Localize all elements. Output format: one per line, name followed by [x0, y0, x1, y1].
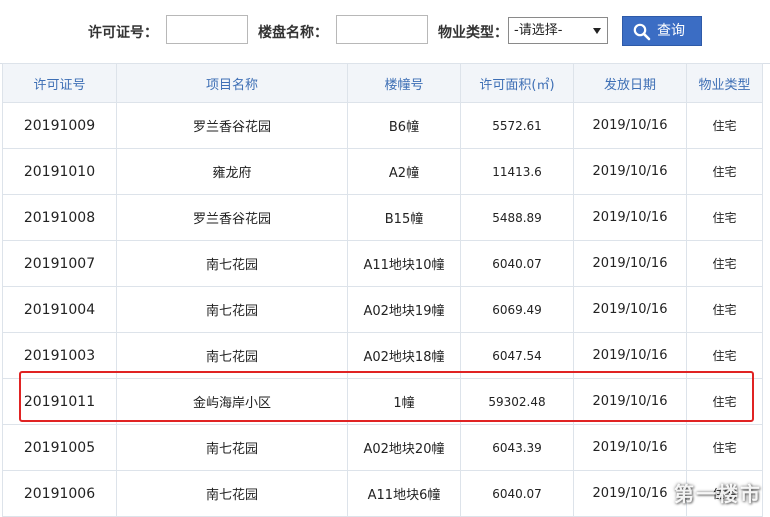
table-cell: 住宅 — [686, 286, 763, 333]
table-cell: 2019/10/16 — [573, 194, 687, 241]
table-cell: 6047.54 — [460, 332, 574, 379]
table-row: 20191007 南七花园 A11地块10幢 6040.07 2019/10/16 住宅 — [2, 240, 763, 287]
search-button-label: 查询 — [657, 23, 685, 39]
table-cell: 南七花园 — [116, 286, 348, 333]
search-icon — [633, 23, 651, 41]
table-cell: A11地块10幢 — [347, 240, 461, 287]
table-row: 20191009 罗兰香谷花园 B6幢 5572.61 2019/10/16 住宅 — [2, 102, 763, 149]
table-cell: 2019/10/16 — [573, 148, 687, 195]
table-cell: 2019/10/16 — [573, 332, 687, 379]
table-cell: 雍龙府 — [116, 148, 348, 195]
table-cell: 南七花园 — [116, 240, 348, 287]
table-cell: 20191008 — [2, 194, 117, 241]
table-cell: A02地块20幢 — [347, 424, 461, 471]
column-header: 项目名称 — [116, 63, 348, 103]
table-cell: A02地块19幢 — [347, 286, 461, 333]
table-cell: 2019/10/16 — [573, 378, 687, 425]
search-button[interactable]: 查询 — [622, 16, 702, 46]
table-cell: 20191003 — [2, 332, 117, 379]
property-type-label: 物业类型： — [438, 25, 508, 41]
table-cell: 南七花园 — [116, 470, 348, 517]
table-cell: 南七花园 — [116, 424, 348, 471]
table-row: 20191004 南七花园 A02地块19幢 6069.49 2019/10/16 住宅 — [2, 286, 763, 333]
table-cell: 20191007 — [2, 240, 117, 287]
table-cell: B15幢 — [347, 194, 461, 241]
table-cell: 住宅 — [686, 332, 763, 379]
column-header: 物业类型 — [686, 63, 763, 103]
watermark-logo: 第一楼市 — [674, 482, 762, 506]
table-cell: 59302.48 — [460, 378, 574, 425]
column-header: 许可面积(㎡) — [460, 63, 574, 103]
table-cell: A02地块18幢 — [347, 332, 461, 379]
table-cell: 11413.6 — [460, 148, 574, 195]
table-cell: 20191011 — [2, 378, 117, 425]
table-header-row: 许可证号 项目名称 楼幢号 许可面积(㎡) 发放日期 物业类型 — [2, 63, 763, 103]
table-cell: 住宅 — [686, 240, 763, 287]
table-cell: A11地块6幢 — [347, 470, 461, 517]
table-cell: 20191004 — [2, 286, 117, 333]
table-cell: 2019/10/16 — [573, 286, 687, 333]
license-input[interactable] — [166, 15, 248, 44]
license-table: 许可证号 项目名称 楼幢号 许可面积(㎡) 发放日期 物业类型 20191009… — [2, 63, 763, 517]
table-cell: 住宅 — [686, 194, 763, 241]
table-cell: 6069.49 — [460, 286, 574, 333]
table-cell: 罗兰香谷花园 — [116, 102, 348, 149]
project-name-label: 楼盘名称： — [258, 25, 328, 41]
table-cell: 2019/10/16 — [573, 424, 687, 471]
chevron-down-icon — [593, 28, 601, 34]
table-row: 20191008 罗兰香谷花园 B15幢 5488.89 2019/10/16 住宅 — [2, 194, 763, 241]
table-cell: 罗兰香谷花园 — [116, 194, 348, 241]
table-cell: 2019/10/16 — [573, 240, 687, 287]
table-cell: 20191006 — [2, 470, 117, 517]
table-cell: 住宅 — [686, 148, 763, 195]
column-header: 发放日期 — [573, 63, 687, 103]
license-label: 许可证号： — [88, 25, 158, 41]
column-header: 许可证号 — [2, 63, 117, 103]
table-cell: 5488.89 — [460, 194, 574, 241]
table-row: 20191010 雍龙府 A2幢 11413.6 2019/10/16 住宅 — [2, 148, 763, 195]
table-cell: 20191009 — [2, 102, 117, 149]
table-row: 20191011 金屿海岸小区 1幢 59302.48 2019/10/16 住宅 — [2, 378, 763, 425]
table-cell: 住宅 — [686, 424, 763, 471]
table-cell: 20191005 — [2, 424, 117, 471]
table-cell: 住宅 — [686, 102, 763, 149]
table-row: 20191003 南七花园 A02地块18幢 6047.54 2019/10/16 住宅 — [2, 332, 763, 379]
table-cell: A2幢 — [347, 148, 461, 195]
table-cell: 南七花园 — [116, 332, 348, 379]
column-header: 楼幢号 — [347, 63, 461, 103]
table-row: 20191005 南七花园 A02地块20幢 6043.39 2019/10/16 住宅 — [2, 424, 763, 471]
project-name-input[interactable] — [336, 15, 428, 44]
table-cell: 2019/10/16 — [573, 102, 687, 149]
table-cell: 5572.61 — [460, 102, 574, 149]
table-cell: 6040.07 — [460, 240, 574, 287]
property-type-selected-value: -请选择- — [514, 23, 563, 38]
table-cell: B6幢 — [347, 102, 461, 149]
table-cell: 6043.39 — [460, 424, 574, 471]
table-cell: 20191010 — [2, 148, 117, 195]
table-cell: 6040.07 — [460, 470, 574, 517]
search-bar: 许可证号： 楼盘名称： 物业类型： -请选择- 查询 — [0, 0, 770, 64]
table-cell: 住宅 — [686, 378, 763, 425]
table-cell: 1幢 — [347, 378, 461, 425]
table-cell: 金屿海岸小区 — [116, 378, 348, 425]
table-row: 20191006 南七花园 A11地块6幢 6040.07 2019/10/16 住宅 — [2, 470, 763, 517]
table-cell: 2019/10/16 — [573, 470, 687, 517]
property-type-select[interactable]: -请选择- — [508, 17, 608, 44]
